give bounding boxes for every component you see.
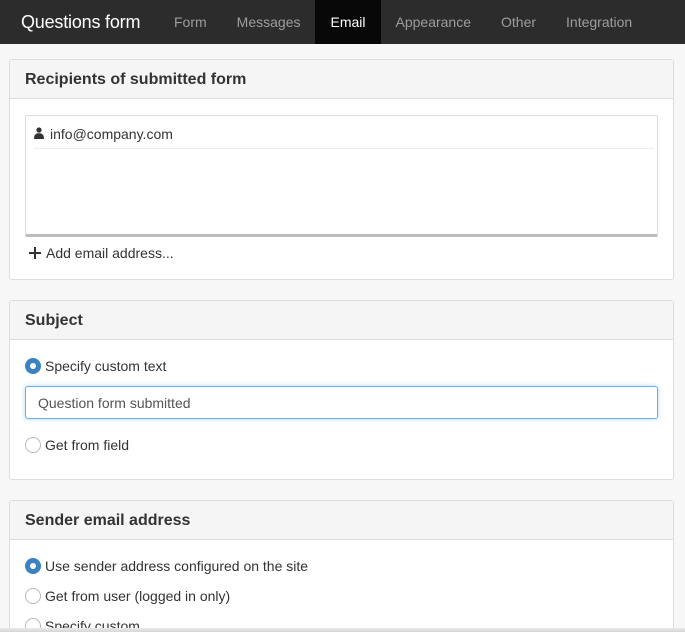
form-title: Questions form xyxy=(21,12,141,32)
subject-option-custom-text[interactable]: Specify custom text xyxy=(25,357,166,375)
recipients-panel: Recipients of submitted form info@compan… xyxy=(9,59,674,280)
plus-icon xyxy=(29,247,41,259)
tab-other[interactable]: Other xyxy=(486,0,551,44)
settings-content: Recipients of submitted form info@compan… xyxy=(0,44,685,632)
sender-option-site[interactable]: Use sender address configured on the sit… xyxy=(25,557,308,575)
recipients-list[interactable]: info@company.com xyxy=(25,115,658,237)
subject-field-radio[interactable] xyxy=(25,437,41,453)
tab-integration[interactable]: Integration xyxy=(551,0,647,44)
sender-site-label: Use sender address configured on the sit… xyxy=(45,558,309,574)
sender-site-radio[interactable] xyxy=(25,558,41,574)
top-navbar: Questions form Form Messages Email Appea… xyxy=(0,0,685,44)
add-email-label: Add email address... xyxy=(46,245,174,261)
scroll-edge xyxy=(0,628,685,632)
subject-custom-text-input[interactable] xyxy=(25,386,658,419)
sender-option-user[interactable]: Get from user (logged in only) xyxy=(25,587,230,605)
sender-panel: Sender email address Use sender address … xyxy=(9,500,674,632)
subject-panel: Subject Specify custom text Get from fie… xyxy=(9,300,674,480)
subject-heading: Subject xyxy=(10,301,673,340)
sender-user-radio[interactable] xyxy=(25,588,41,604)
recipient-item[interactable]: info@company.com xyxy=(34,125,654,149)
subject-field-label: Get from field xyxy=(45,437,130,453)
tab-messages[interactable]: Messages xyxy=(222,0,316,44)
tab-appearance[interactable]: Appearance xyxy=(381,0,487,44)
subject-custom-label: Specify custom text xyxy=(45,358,167,374)
recipients-heading: Recipients of submitted form xyxy=(10,60,673,99)
tab-email[interactable]: Email xyxy=(315,0,381,44)
sender-user-label: Get from user (logged in only) xyxy=(45,588,231,604)
subject-option-from-field[interactable]: Get from field xyxy=(25,436,129,454)
recipient-email: info@company.com xyxy=(50,126,173,142)
tab-form[interactable]: Form xyxy=(159,0,222,44)
sender-heading: Sender email address xyxy=(10,501,673,540)
user-icon xyxy=(34,127,44,139)
subject-custom-radio[interactable] xyxy=(25,358,41,374)
add-email-button[interactable]: Add email address... xyxy=(29,244,174,262)
